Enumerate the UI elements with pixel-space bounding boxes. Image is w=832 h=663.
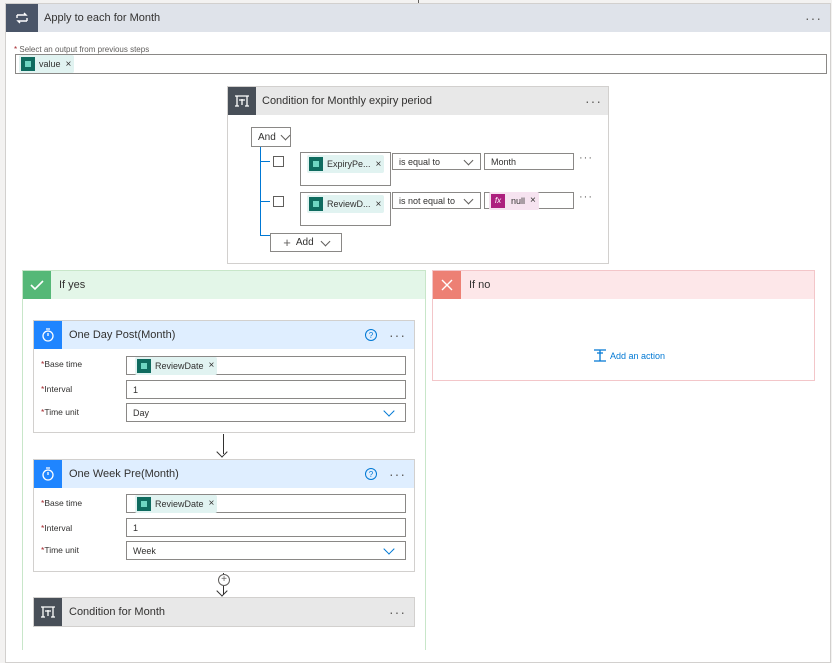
- row-right-field[interactable]: Month: [484, 153, 574, 170]
- row-right-field[interactable]: fx null ×: [484, 191, 574, 210]
- row-more-icon[interactable]: ···: [579, 152, 593, 164]
- loop-more-icon[interactable]: ···: [805, 10, 822, 26]
- loop-icon: [6, 4, 38, 32]
- delay-header[interactable]: One Day Post(Month) ? ···: [34, 321, 414, 349]
- close-icon: [433, 271, 461, 299]
- remove-token-icon[interactable]: ×: [376, 159, 382, 170]
- dataverse-icon: [309, 157, 323, 171]
- chevron-down-icon: [320, 236, 331, 246]
- interval-input[interactable]: 1: [126, 380, 406, 399]
- row-checkbox[interactable]: [273, 196, 284, 207]
- base-time-field[interactable]: ReviewDate ×: [126, 494, 406, 513]
- delay-title: One Day Post(Month): [69, 329, 176, 341]
- if-yes-title: If yes: [59, 279, 86, 291]
- group-operator-select[interactable]: And: [251, 127, 291, 147]
- delay-header[interactable]: One Week Pre(Month) ? ···: [34, 460, 414, 488]
- dataverse-icon: [137, 496, 151, 511]
- tree-branch: [260, 201, 270, 202]
- add-action-button[interactable]: Add an action: [593, 349, 665, 362]
- condition-more-icon[interactable]: ···: [389, 604, 406, 620]
- apply-to-each-header[interactable]: Apply to each for Month ···: [6, 4, 830, 32]
- delay-card-one-day: One Day Post(Month) ? ··· *Base time Rev…: [33, 320, 415, 433]
- remove-token-icon[interactable]: ×: [209, 498, 215, 509]
- base-time-field[interactable]: ReviewDate ×: [126, 356, 406, 375]
- delay-title: One Week Pre(Month): [69, 468, 179, 480]
- insert-step-button[interactable]: +: [218, 574, 230, 586]
- time-unit-label: *Time unit: [41, 407, 79, 417]
- interval-label: *Interval: [41, 384, 73, 394]
- row-left-field[interactable]: ReviewD... ×: [300, 192, 391, 226]
- condition-icon: [228, 87, 256, 115]
- time-unit-label: *Time unit: [41, 545, 79, 555]
- review-token[interactable]: ReviewD... ×: [307, 195, 385, 213]
- delay-card-one-week: One Week Pre(Month) ? ··· *Base time Rev…: [33, 459, 415, 572]
- row-checkbox[interactable]: [273, 156, 284, 167]
- remove-token-icon[interactable]: ×: [209, 360, 215, 371]
- if-no-title: If no: [469, 279, 491, 291]
- dataverse-icon: [309, 197, 323, 211]
- delay-more-icon[interactable]: ···: [389, 466, 406, 482]
- chevron-down-icon: [463, 155, 474, 165]
- condition-header[interactable]: Condition for Month ···: [34, 598, 414, 626]
- base-time-label: *Base time: [41, 359, 83, 369]
- if-yes-header: If yes: [23, 271, 425, 299]
- chevron-down-icon: [383, 542, 395, 555]
- row-more-icon[interactable]: ···: [579, 191, 593, 203]
- delay-more-icon[interactable]: ···: [389, 327, 406, 343]
- tree-branch: [260, 235, 270, 236]
- condition-title: Condition for Monthly expiry period: [262, 95, 432, 107]
- interval-input[interactable]: 1: [126, 518, 406, 537]
- row-left-field[interactable]: ExpiryPe... ×: [300, 152, 391, 186]
- chevron-down-icon: [383, 404, 395, 417]
- dataverse-icon: [137, 358, 151, 373]
- select-output-label: * Select an output from previous steps: [14, 45, 150, 54]
- remove-token-icon[interactable]: ×: [530, 195, 536, 206]
- condition-for-month-card: Condition for Month ···: [33, 597, 415, 627]
- checkmark-icon: [23, 271, 51, 299]
- row-operator-select[interactable]: is equal to: [392, 153, 481, 170]
- timer-icon: [34, 321, 62, 349]
- condition-more-icon[interactable]: ···: [585, 93, 602, 109]
- null-expression-token[interactable]: fx null ×: [489, 191, 539, 210]
- help-icon[interactable]: ?: [365, 329, 377, 341]
- time-unit-select[interactable]: Week: [126, 541, 406, 560]
- select-output-field[interactable]: value ×: [15, 54, 827, 74]
- interval-label: *Interval: [41, 523, 73, 533]
- remove-token-icon[interactable]: ×: [376, 199, 382, 210]
- base-time-label: *Base time: [41, 498, 83, 508]
- condition-title: Condition for Month: [69, 606, 165, 618]
- dataverse-icon: [21, 57, 35, 71]
- expiry-token[interactable]: ExpiryPe... ×: [307, 155, 385, 173]
- row-operator-select[interactable]: is not equal to: [392, 192, 481, 209]
- apply-to-each-title: Apply to each for Month: [44, 12, 161, 24]
- chevron-down-icon: [463, 194, 474, 204]
- value-token[interactable]: value ×: [19, 55, 75, 73]
- condition-header[interactable]: Condition for Monthly expiry period ···: [228, 87, 608, 115]
- if-no-branch: If no Add an action: [432, 270, 815, 381]
- help-icon[interactable]: ?: [365, 468, 377, 480]
- add-action-icon: [594, 349, 606, 362]
- condition-card: Condition for Monthly expiry period ··· …: [227, 86, 609, 264]
- timer-icon: [34, 460, 62, 488]
- function-icon: fx: [491, 193, 505, 208]
- remove-token-icon[interactable]: ×: [66, 59, 72, 70]
- chevron-down-icon: [280, 130, 291, 141]
- condition-icon: [34, 598, 62, 626]
- reviewdate-token[interactable]: ReviewDate ×: [135, 494, 218, 513]
- tree-branch: [260, 161, 270, 162]
- if-no-header: If no: [433, 271, 814, 299]
- reviewdate-token[interactable]: ReviewDate ×: [135, 356, 218, 375]
- time-unit-select[interactable]: Day: [126, 403, 406, 422]
- add-condition-button[interactable]: + Add: [270, 233, 342, 252]
- plus-icon: +: [283, 235, 291, 250]
